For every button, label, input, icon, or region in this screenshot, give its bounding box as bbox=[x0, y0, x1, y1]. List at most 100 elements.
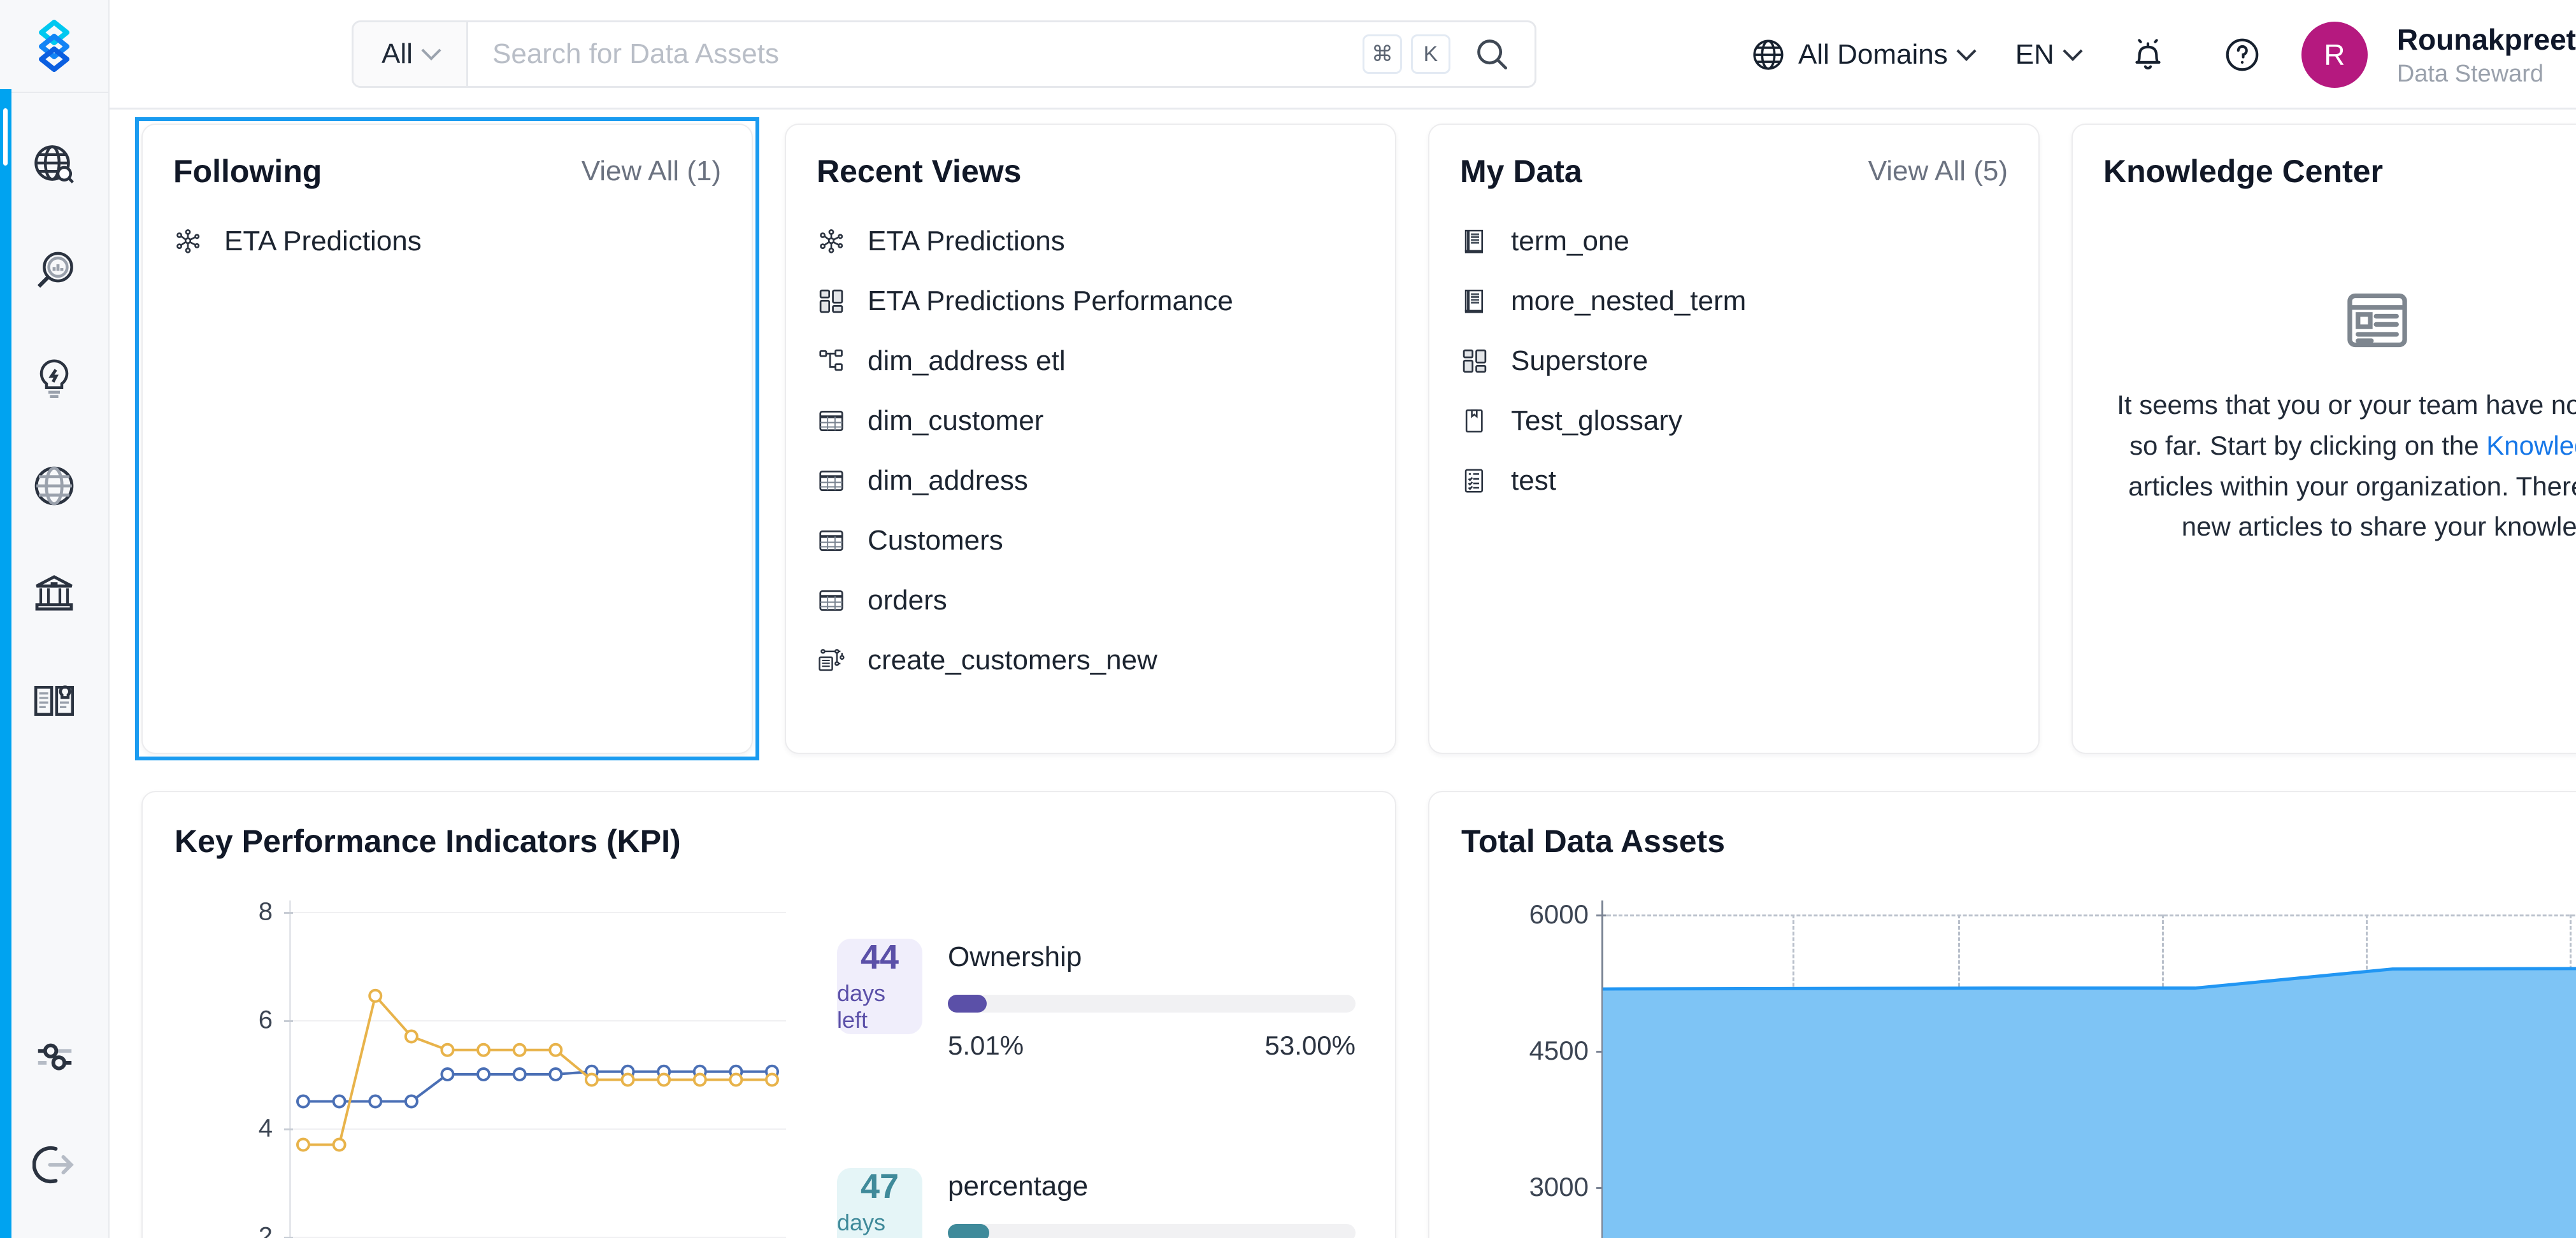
dashboard-icon bbox=[817, 287, 846, 316]
glossary-term-icon bbox=[1460, 287, 1489, 316]
knowledge-center-card: Knowledge Center It seems that you or yo… bbox=[2072, 124, 2576, 754]
assets-chart-plot bbox=[1603, 900, 2576, 1238]
glossary-icon bbox=[1460, 406, 1489, 436]
list-item-label: ETA Predictions bbox=[224, 225, 422, 257]
language-label: EN bbox=[2015, 39, 2054, 71]
recent-views-list: ETA Predictions ETA Predictions Performa… bbox=[786, 190, 1395, 690]
following-card: Following View All (1) ETA Predictions bbox=[141, 124, 753, 754]
search-input[interactable] bbox=[468, 22, 1363, 86]
assets-y-tick-label: 4500 bbox=[1519, 1035, 1589, 1066]
list-item-label: dim_customer bbox=[868, 405, 1043, 437]
kpi-item: 47 days left percentage 5.12% 50.00% bbox=[837, 1168, 1356, 1238]
user-role: Data Steward bbox=[2397, 60, 2576, 88]
list-item-label: dim_address etl bbox=[868, 345, 1066, 377]
list-item[interactable]: Test_glossary bbox=[1460, 391, 2008, 451]
sidebar-item-settings[interactable] bbox=[20, 1021, 90, 1092]
left-sidebar bbox=[0, 0, 110, 1238]
header-actions: All Domains EN R Rounakp bbox=[1750, 0, 2576, 110]
openmetadata-logo-icon[interactable] bbox=[19, 13, 89, 83]
knowledge-center-empty-state: It seems that you or your team have not … bbox=[2073, 190, 2576, 547]
sidebar-item-governance[interactable] bbox=[19, 558, 89, 628]
sidebar-item-domains[interactable] bbox=[19, 451, 89, 521]
list-item[interactable]: orders bbox=[817, 571, 1364, 630]
list-item-label: dim_address bbox=[868, 465, 1028, 497]
my-data-card-header: My Data View All (5) bbox=[1429, 125, 2038, 190]
following-view-all-link[interactable]: View All (1) bbox=[582, 155, 721, 187]
table-icon bbox=[817, 526, 846, 555]
top-header: All ⌘ K All Domains EN bbox=[110, 0, 2576, 110]
kpi-progress-fill bbox=[948, 995, 987, 1013]
scrollbar-thumb[interactable] bbox=[3, 108, 8, 166]
kpi-days-label: days left bbox=[837, 980, 922, 1034]
domains-selector[interactable]: All Domains bbox=[1750, 36, 1973, 73]
test-suite-icon bbox=[1460, 466, 1489, 495]
table-icon bbox=[817, 586, 846, 615]
assets-y-tick-label: 6000 bbox=[1519, 899, 1589, 930]
sidebar-item-observability[interactable] bbox=[19, 237, 89, 307]
list-item[interactable]: test bbox=[1460, 451, 2008, 511]
my-data-view-all-link[interactable]: View All (5) bbox=[1868, 155, 2008, 187]
knowledge-center-empty-text: It seems that you or your team have not … bbox=[2105, 385, 2576, 547]
list-item[interactable]: dim_customer bbox=[817, 391, 1364, 451]
kpi-days-number: 44 bbox=[861, 939, 899, 976]
kpi-days-badge: 47 days left bbox=[837, 1168, 922, 1238]
list-item[interactable]: dim_address etl bbox=[817, 331, 1364, 391]
kpi-chart-plot bbox=[225, 900, 786, 1238]
my-data-list: term_one more_nested_term bbox=[1429, 190, 2038, 511]
user-menu[interactable]: R Rounakpreet Data Steward bbox=[2301, 22, 2576, 88]
search-scope-dropdown[interactable]: All bbox=[354, 22, 468, 86]
ml-model-icon bbox=[817, 227, 846, 256]
list-item-label: orders bbox=[868, 585, 947, 616]
sidebar-item-insights[interactable] bbox=[19, 344, 89, 414]
kpi-name: Ownership bbox=[948, 941, 1356, 973]
help-button[interactable] bbox=[2222, 35, 2262, 75]
user-info: Rounakpreet Data Steward bbox=[2397, 22, 2576, 88]
total-data-assets-title: Total Data Assets bbox=[1429, 792, 2576, 860]
sidebar-item-knowledge-center[interactable] bbox=[19, 665, 89, 735]
global-search-bar[interactable]: All ⌘ K bbox=[352, 20, 1536, 88]
search-scope-label: All bbox=[382, 38, 413, 70]
domains-label: All Domains bbox=[1798, 39, 1948, 71]
sidebar-scroll-accent[interactable] bbox=[0, 89, 11, 1238]
sidebar-item-logout[interactable] bbox=[20, 1130, 90, 1200]
list-item-label: ETA Predictions bbox=[868, 225, 1065, 257]
list-item[interactable]: create_customers_new bbox=[817, 630, 1364, 690]
kpi-progress-block: Ownership 5.01% 53.00% bbox=[948, 939, 1356, 1061]
sidebar-item-explore[interactable] bbox=[19, 130, 89, 200]
chevron-down-icon bbox=[1956, 41, 1976, 61]
list-item[interactable]: ETA Predictions Performance bbox=[817, 271, 1364, 331]
list-item[interactable]: dim_address bbox=[817, 451, 1364, 511]
shortcut-mod-key: ⌘ bbox=[1363, 34, 1402, 74]
main-content: Following View All (1) ETA Predictions R… bbox=[110, 110, 2576, 1238]
list-item-label: Superstore bbox=[1511, 345, 1648, 377]
kpi-card: Key Performance Indicators (KPI) 8 6 4 2… bbox=[141, 791, 1396, 1238]
list-item[interactable]: ETA Predictions bbox=[817, 211, 1364, 271]
list-item-label: test bbox=[1511, 465, 1556, 497]
list-item[interactable]: more_nested_term bbox=[1460, 271, 2008, 331]
search-icon[interactable] bbox=[1473, 36, 1510, 73]
kpi-line-chart: 8 6 4 2 bbox=[225, 900, 786, 1238]
following-title: Following bbox=[173, 153, 322, 190]
language-selector[interactable]: EN bbox=[2015, 39, 2080, 71]
recent-views-card: Recent Views ETA Predictions bbox=[785, 124, 1396, 754]
kpi-name: percentage bbox=[948, 1170, 1356, 1202]
notifications-button[interactable] bbox=[2128, 35, 2168, 75]
list-item[interactable]: Superstore bbox=[1460, 331, 2008, 391]
user-name: Rounakpreet bbox=[2397, 22, 2576, 57]
kpi-progress-track bbox=[948, 995, 1356, 1013]
list-item[interactable]: term_one bbox=[1460, 211, 2008, 271]
knowledge-center-card-header: Knowledge Center bbox=[2073, 125, 2576, 190]
sidebar-divider bbox=[0, 92, 108, 93]
knowledge-center-title: Knowledge Center bbox=[2103, 153, 2383, 190]
knowledge-center-link[interactable]: Knowledge Center bbox=[2486, 430, 2576, 460]
following-card-header: Following View All (1) bbox=[143, 125, 752, 190]
list-item-label: more_nested_term bbox=[1511, 285, 1746, 317]
list-item-label: create_customers_new bbox=[868, 644, 1157, 676]
kpi-days-label: days left bbox=[837, 1209, 922, 1238]
list-item[interactable]: ETA Predictions bbox=[173, 211, 721, 271]
ml-model-icon bbox=[173, 227, 203, 256]
kpi-target-value: 53.00% bbox=[1265, 1030, 1356, 1061]
table-icon bbox=[817, 406, 846, 436]
kpi-item: 44 days left Ownership 5.01% 53.00% bbox=[837, 939, 1356, 1061]
list-item[interactable]: Customers bbox=[817, 511, 1364, 571]
